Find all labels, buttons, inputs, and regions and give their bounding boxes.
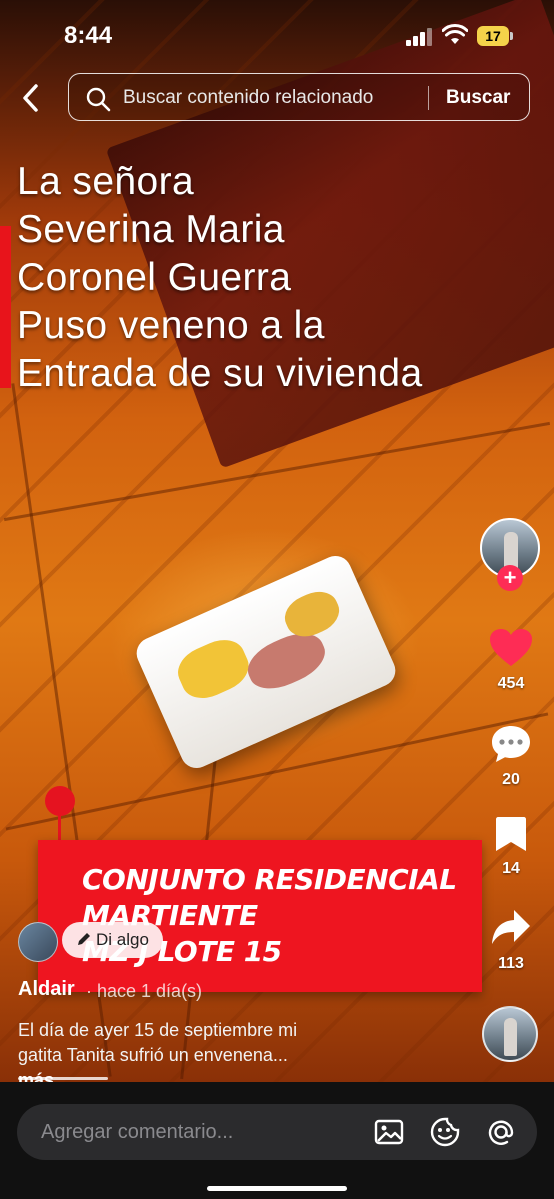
video-progress[interactable] (18, 1077, 108, 1080)
share-icon (492, 910, 530, 944)
image-icon[interactable] (373, 1116, 405, 1148)
save-count: 14 (502, 860, 520, 877)
bookmark-icon (496, 817, 526, 851)
search-divider (428, 86, 429, 110)
like-button[interactable]: 454 (488, 628, 534, 693)
share-button[interactable]: 113 (488, 908, 534, 973)
description-text: gatita Tanita sufrió un envenena... (18, 1045, 288, 1065)
food-piece (171, 631, 256, 707)
status-bar: 8:44 17 (0, 0, 554, 72)
search-input[interactable]: Buscar contenido relacionado (123, 87, 373, 109)
caption-line: Entrada de su vivienda (17, 352, 423, 395)
author-small-avatar[interactable] (18, 922, 58, 962)
bottom-bar: Agregar comentario... (0, 1082, 554, 1199)
author-name[interactable]: Aldair (18, 978, 75, 1001)
food-piece (240, 624, 333, 698)
mention-icon[interactable] (485, 1116, 517, 1148)
wifi-icon (442, 24, 468, 44)
follow-plus-icon[interactable]: + (497, 565, 523, 591)
sound-disc-avatar[interactable] (482, 1006, 538, 1062)
bookmark-button[interactable]: 14 (488, 815, 534, 878)
video-caption: La señora Severina Maria Coronel Guerra … (17, 158, 537, 398)
address-sticker: CONJUNTO RESIDENCIAL MARTIENTE MZ J LOTE… (38, 840, 482, 992)
caption-line: Severina Maria (17, 208, 285, 251)
caption-line: La señora (17, 160, 195, 203)
share-count: 113 (498, 955, 524, 972)
heart-icon (490, 629, 532, 666)
emoji-icon[interactable] (429, 1116, 461, 1148)
say-something-chip[interactable]: Di algo (62, 922, 163, 958)
caption-line: Puso veneno a la (17, 304, 325, 347)
sticker-line: CONJUNTO RESIDENCIAL (82, 863, 457, 896)
caption-line: Coronel Guerra (17, 256, 292, 299)
status-time: 8:44 (64, 22, 113, 49)
food-container-image (131, 550, 401, 774)
search-icon (86, 87, 111, 112)
comment-placeholder: Agregar comentario... (41, 1121, 234, 1143)
comment-count: 20 (502, 771, 520, 788)
pencil-icon (78, 933, 90, 945)
description-line: El día de ayer 15 de septiembre mi (18, 1020, 298, 1040)
search-button[interactable]: Buscar (446, 87, 510, 109)
cellular-signal-icon (406, 28, 434, 46)
say-something-label: Di algo (96, 930, 149, 949)
back-chevron-icon[interactable] (16, 82, 48, 114)
like-count: 454 (497, 675, 525, 692)
comment-icon (492, 726, 530, 762)
caption-accent-bar (0, 226, 11, 388)
home-indicator (207, 1186, 347, 1191)
search-bar[interactable]: Buscar contenido relacionado Buscar (68, 73, 530, 121)
comment-input[interactable]: Agregar comentario... (17, 1104, 537, 1160)
comment-button[interactable]: 20 (488, 724, 534, 789)
post-time: · hace 1 día(s) (86, 981, 203, 1001)
battery-indicator: 17 (477, 26, 513, 46)
